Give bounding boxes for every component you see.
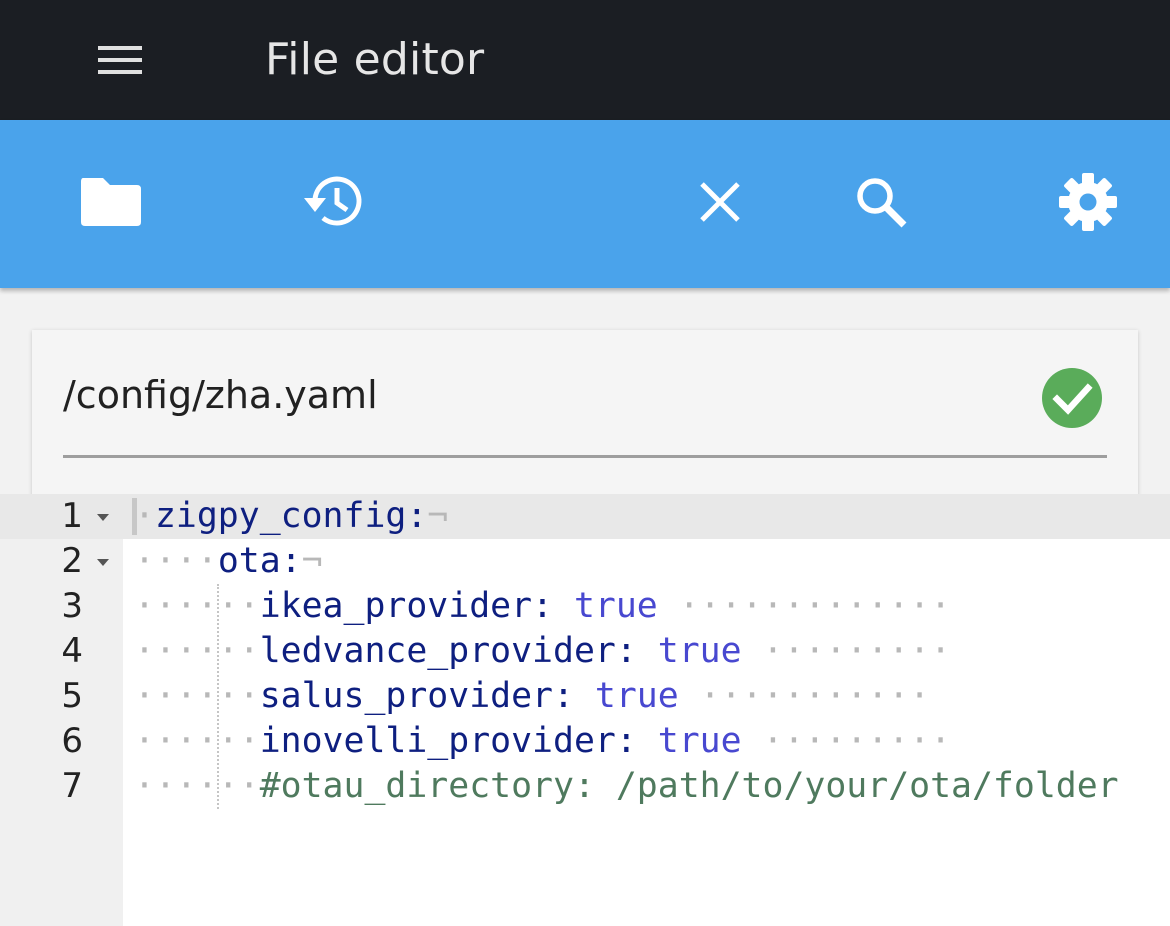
code-line[interactable]: ······salus_provider: true ··········· xyxy=(134,674,930,719)
gear-icon xyxy=(1059,173,1117,231)
whitespace-marker: ··········· xyxy=(678,676,931,716)
eol-marker: ¬ xyxy=(427,496,449,536)
code-line[interactable]: ······ikea_provider: true ············· xyxy=(134,584,951,629)
history-button[interactable] xyxy=(283,152,383,252)
whitespace-marker: ······ xyxy=(134,631,260,671)
gutter-row: 4 xyxy=(0,629,123,674)
yaml-key: salus_provider: xyxy=(259,676,574,716)
line-number: 2 xyxy=(61,541,83,581)
eol-marker: ¬ xyxy=(301,541,323,581)
line-number: 7 xyxy=(61,766,83,806)
file-path-underline xyxy=(63,455,1107,458)
whitespace-marker: ···· xyxy=(134,541,218,581)
code-line[interactable]: ······inovelli_provider: true ········· xyxy=(134,719,951,764)
whitespace-marker: ······ xyxy=(134,586,260,626)
menu-icon xyxy=(98,46,142,74)
search-icon xyxy=(857,178,907,228)
close-file-button[interactable] xyxy=(670,152,770,252)
yaml-value: true xyxy=(594,676,679,716)
whitespace-marker: ········· xyxy=(741,721,952,761)
page-title: File editor xyxy=(265,34,485,85)
folder-icon xyxy=(81,178,141,226)
line-number: 1 xyxy=(61,496,83,536)
fold-toggle-icon[interactable] xyxy=(97,514,109,521)
whitespace-marker: ········· xyxy=(741,631,952,671)
gutter-row: 1 xyxy=(0,494,123,539)
gutter-row: 2 xyxy=(0,539,123,584)
yaml-comment: #otau_directory: /path/to/your/ota/folde… xyxy=(259,766,1119,806)
yaml-key: zigpy_config: xyxy=(154,496,428,536)
search-button[interactable] xyxy=(831,152,931,252)
code-line[interactable]: ······#otau_directory: /path/to/your/ota… xyxy=(134,764,1119,809)
editor-toolbar xyxy=(0,120,1170,288)
yaml-key: ikea_provider: xyxy=(259,586,553,626)
menu-button[interactable] xyxy=(80,32,160,88)
line-number: 6 xyxy=(61,721,83,761)
code-line[interactable]: ····ota:¬ xyxy=(134,539,323,584)
line-number: 5 xyxy=(61,676,83,716)
yaml-value: true xyxy=(657,721,742,761)
gutter-row: 7 xyxy=(0,764,123,809)
line-number: 3 xyxy=(61,586,83,626)
yaml-value: true xyxy=(573,586,658,626)
fold-toggle-icon[interactable] xyxy=(97,559,109,566)
file-path-input[interactable]: /config/zha.yaml xyxy=(63,360,1033,430)
code-editor[interactable]: 1 2 3 4 5 6 7 ·zigpy_config:¬ ····ota:¬ … xyxy=(0,494,1170,926)
code-line[interactable]: ·zigpy_config:¬ xyxy=(134,494,448,539)
gutter-row: 5 xyxy=(0,674,123,719)
yaml-key: ota: xyxy=(217,541,302,581)
gutter-row: 3 xyxy=(0,584,123,629)
browse-files-button[interactable] xyxy=(61,152,161,252)
file-path-card: /config/zha.yaml xyxy=(32,330,1138,510)
code-line[interactable]: ······ledvance_provider: true ········· xyxy=(134,629,951,674)
yaml-value: true xyxy=(657,631,742,671)
whitespace-marker: ······ xyxy=(134,676,260,716)
gutter-row: 6 xyxy=(0,719,123,764)
close-icon xyxy=(700,182,740,222)
yaml-key: inovelli_provider: xyxy=(259,721,637,761)
whitespace-marker: ······ xyxy=(134,721,260,761)
whitespace-marker: ············· xyxy=(657,586,952,626)
app-header: File editor xyxy=(0,0,1170,120)
whitespace-marker: · xyxy=(134,496,155,536)
whitespace-marker: ······ xyxy=(134,766,260,806)
line-number: 4 xyxy=(61,631,83,671)
history-icon xyxy=(304,176,362,226)
check-circle-icon xyxy=(1042,368,1102,428)
yaml-key: ledvance_provider: xyxy=(259,631,637,671)
settings-button[interactable] xyxy=(1038,152,1138,252)
